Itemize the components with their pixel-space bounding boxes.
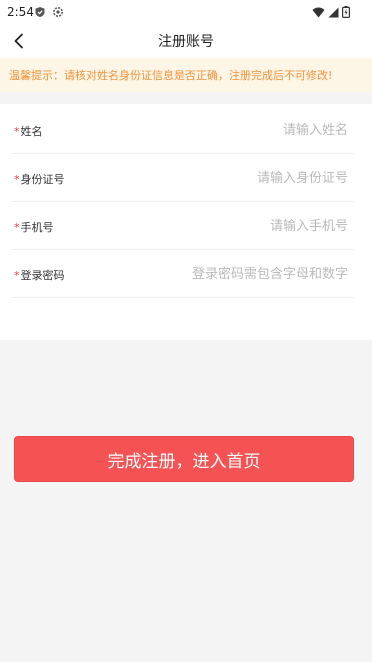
- phone-input[interactable]: [118, 214, 348, 238]
- password-label: *登录密码: [14, 269, 65, 282]
- notice-text: 温馨提示：请核对姓名身份证信息是否正确，注册完成后不可修改!: [9, 69, 333, 82]
- form-row-password: *登录密码: [12, 250, 354, 298]
- wifi-icon: [312, 7, 325, 18]
- registration-form: *姓名 *身份证号 *手机号 *登录密码: [0, 104, 372, 340]
- battery-icon: [342, 6, 350, 18]
- status-icons-left: [34, 6, 64, 18]
- form-row-name: *姓名: [12, 106, 354, 154]
- shield-icon: [35, 7, 45, 17]
- required-mark: *: [14, 269, 20, 282]
- page-title: 注册账号: [158, 34, 214, 50]
- complete-registration-button[interactable]: 完成注册，进入首页: [14, 436, 354, 482]
- required-mark: *: [14, 173, 20, 186]
- status-icons-right: [312, 6, 350, 18]
- password-input[interactable]: [118, 262, 348, 286]
- name-label: *姓名: [14, 125, 43, 138]
- settings-icon: [53, 7, 63, 17]
- required-mark: *: [14, 125, 20, 138]
- required-mark: *: [14, 221, 20, 234]
- name-input[interactable]: [118, 118, 348, 142]
- id-number-input[interactable]: [118, 166, 348, 190]
- nav-bar: 注册账号: [0, 24, 372, 58]
- signal-icon: [328, 7, 339, 17]
- notice-banner: 温馨提示：请核对姓名身份证信息是否正确，注册完成后不可修改!: [0, 58, 372, 92]
- form-row-id-number: *身份证号: [12, 154, 354, 202]
- status-bar: 2:54: [0, 0, 372, 24]
- id-number-label: *身份证号: [14, 173, 65, 186]
- phone-label: *手机号: [14, 221, 54, 234]
- status-time: 2:54: [7, 5, 34, 19]
- form-row-phone: *手机号: [12, 202, 354, 250]
